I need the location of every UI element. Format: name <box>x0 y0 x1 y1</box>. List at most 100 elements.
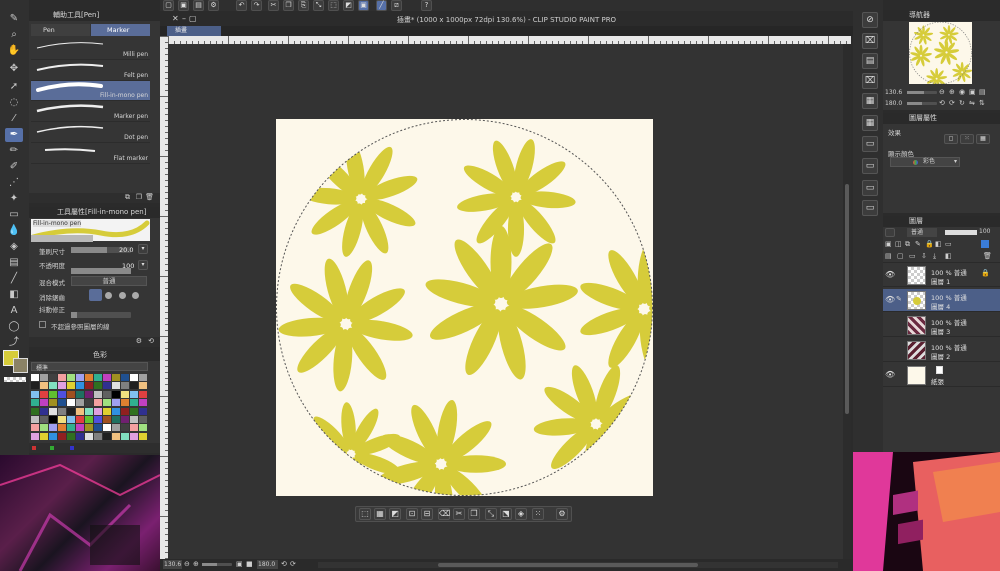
delete-sub-tool-icon[interactable]: 🗑 <box>145 193 154 201</box>
layer-1-lock-icon[interactable]: 🔒 <box>981 269 990 277</box>
blend-tool-icon[interactable]: 💧 <box>5 224 23 238</box>
swatch-blue-dot[interactable] <box>70 446 74 450</box>
color-swatch[interactable] <box>139 399 147 407</box>
navigator-zoom-in-icon[interactable]: ⊕ <box>949 88 955 96</box>
new-vector-layer-icon[interactable]: ▢ <box>897 252 904 260</box>
status-rotate-right-icon[interactable]: ⟳ <box>290 560 296 568</box>
color-swatch[interactable] <box>94 374 102 381</box>
color-swatch[interactable] <box>49 407 57 415</box>
color-swatch[interactable] <box>58 424 66 432</box>
layer-row-paper[interactable]: 👁 紙張 <box>883 364 1000 387</box>
effect-layer-color-button[interactable]: ▦ <box>976 134 990 144</box>
color-swatch[interactable] <box>112 374 120 381</box>
color-swatch[interactable] <box>130 432 138 440</box>
color-swatch[interactable] <box>121 382 129 390</box>
blend-mode-select[interactable]: 普通 <box>71 276 147 286</box>
canvas-tab[interactable]: 插畫 <box>167 26 221 36</box>
new-file-icon[interactable]: ▢ <box>163 0 174 11</box>
layer-row-4[interactable]: 👁 ✎ 100 % 普通 圖層 4 <box>883 289 1000 312</box>
lock-transparent-icon[interactable]: ▣ <box>885 240 892 248</box>
navigator-angle-slider[interactable] <box>907 102 937 105</box>
brush-dot-pen[interactable]: Dot pen <box>31 123 150 143</box>
color-swatch[interactable] <box>94 432 102 440</box>
brush-marker-pen[interactable]: Marker pen <box>31 102 150 122</box>
color-swatch[interactable] <box>31 416 39 423</box>
transform-icon[interactable]: ⤡ <box>313 0 324 11</box>
transparent-color-swatch[interactable] <box>4 377 26 382</box>
item-bank-icon[interactable]: ⌧ <box>862 73 878 89</box>
help-icon[interactable]: ? <box>421 0 432 11</box>
color-swatch[interactable] <box>121 432 129 440</box>
status-rotate-left-icon[interactable]: ⟲ <box>281 560 287 568</box>
auto-action-icon[interactable]: ▭ <box>862 158 878 174</box>
settings-icon[interactable]: ⚙ <box>208 0 219 11</box>
color-swatch[interactable] <box>112 416 120 423</box>
launcher-expand-icon[interactable]: ⊡ <box>406 508 418 520</box>
history-icon[interactable]: ▦ <box>862 93 878 109</box>
color-swatch[interactable] <box>49 390 57 398</box>
deselect-icon[interactable]: ⬚ <box>328 0 339 11</box>
decoration-tool-icon[interactable]: ✦ <box>5 192 23 206</box>
color-swatch[interactable] <box>103 390 111 398</box>
color-swatch[interactable] <box>94 399 102 407</box>
snap-grid-icon[interactable]: ⧄ <box>391 0 402 11</box>
draft-layer-icon[interactable]: ✎ <box>915 240 921 248</box>
vertical-scrollbar-thumb[interactable] <box>845 184 849 414</box>
color-swatch[interactable] <box>31 374 39 381</box>
launcher-fill-icon[interactable]: ◈ <box>515 508 527 520</box>
stabilize-slider[interactable] <box>71 312 131 318</box>
color-swatch[interactable] <box>112 399 120 407</box>
color-swatch[interactable] <box>67 407 75 415</box>
color-swatch[interactable] <box>139 432 147 440</box>
navigator-fit-icon[interactable]: ◉ <box>959 88 965 96</box>
color-swatch[interactable] <box>139 374 147 381</box>
status-zoom-out-icon[interactable]: ⊖ <box>184 560 190 568</box>
new-folder-icon[interactable]: ▭ <box>909 252 916 260</box>
color-swatch[interactable] <box>112 424 120 432</box>
color-swatch[interactable] <box>31 399 39 407</box>
sub-color-swatch[interactable] <box>13 358 28 373</box>
color-swatch[interactable] <box>76 390 84 398</box>
antialias-weak-button[interactable] <box>105 292 112 299</box>
operation-tool-icon[interactable]: ➚ <box>5 80 23 94</box>
navigator-print-size-icon[interactable]: ▤ <box>979 88 986 96</box>
color-swatch[interactable] <box>130 390 138 398</box>
frame-tool-icon[interactable]: ◧ <box>5 288 23 302</box>
color-swatch[interactable] <box>67 390 75 398</box>
layer-4-visibility-icon[interactable]: 👁 <box>885 295 895 304</box>
color-swatch-grid[interactable] <box>31 374 151 442</box>
tool-property-settings-icon[interactable]: ⚙ <box>136 337 142 345</box>
color-swatch[interactable] <box>130 374 138 381</box>
layer-search-icon[interactable]: ▦ <box>862 115 878 131</box>
color-swatch[interactable] <box>58 374 66 381</box>
mask-icon[interactable]: ◧ <box>935 240 942 248</box>
display-color-select[interactable]: 彩色 ▾ <box>890 157 960 167</box>
color-swatch[interactable] <box>40 407 48 415</box>
color-swatch[interactable] <box>58 390 66 398</box>
open-icon[interactable]: ▣ <box>178 0 189 11</box>
fill-tool-icon[interactable]: ◈ <box>5 240 23 254</box>
color-swatch[interactable] <box>76 382 84 390</box>
color-swatch[interactable] <box>94 416 102 423</box>
eraser-tool-icon[interactable]: ▭ <box>5 208 23 222</box>
color-swatch[interactable] <box>49 399 57 407</box>
brush-flat-marker[interactable]: Flat marker <box>31 144 150 164</box>
info-icon[interactable]: ▭ <box>862 200 878 216</box>
lasso-tool-icon[interactable]: ◌ <box>5 96 23 110</box>
opacity-dropdown-icon[interactable]: ▾ <box>138 260 148 270</box>
color-swatch[interactable] <box>103 374 111 381</box>
gradient-tool-icon[interactable]: ▤ <box>5 256 23 270</box>
layer-row-1[interactable]: 👁 100 % 普通 圖層 1 🔒 <box>883 264 1000 287</box>
lock-layer-icon[interactable]: 🔒 <box>925 240 934 248</box>
antialias-mid-button[interactable] <box>119 292 126 299</box>
antialias-strong-button[interactable] <box>132 292 139 299</box>
layer-color-icon[interactable] <box>885 228 895 237</box>
correct-line-tool-icon[interactable]: ⤴ <box>5 336 23 350</box>
layer-1-visibility-icon[interactable]: 👁 <box>885 270 895 279</box>
color-swatch[interactable] <box>103 432 111 440</box>
color-swatch[interactable] <box>130 382 138 390</box>
color-swatch[interactable] <box>49 374 57 381</box>
navigator-flip-v-icon[interactable]: ⇅ <box>979 99 985 107</box>
swatch-red-dot[interactable] <box>32 446 36 450</box>
move-tool-icon[interactable]: ✥ <box>5 62 23 76</box>
